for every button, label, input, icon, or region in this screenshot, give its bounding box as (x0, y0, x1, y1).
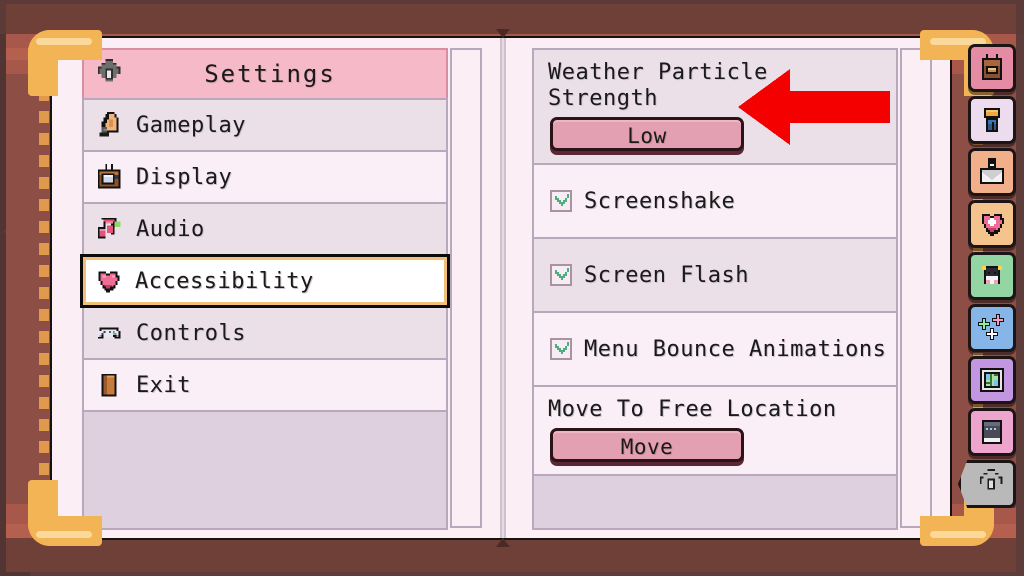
sparkle-icon (978, 314, 1004, 340)
door-icon (94, 370, 124, 400)
sidebar-item-label: Controls (136, 320, 246, 346)
settings-category-list: Settings Gameplay Display Audio Accessib… (80, 48, 450, 530)
tab-health[interactable] (968, 200, 1016, 248)
sidebar-item-controls[interactable]: Controls (82, 306, 448, 360)
gamepad-icon (94, 318, 124, 348)
television-icon (94, 162, 124, 192)
book-corner-bottom-left (28, 480, 102, 564)
page-title: Settings (204, 60, 336, 88)
sidebar-item-label: Exit (136, 372, 191, 398)
settings-panel-header: Settings (82, 48, 448, 100)
sidebar-item-accessibility[interactable]: Accessibility (80, 254, 450, 308)
options-list-empty-area (532, 474, 898, 530)
heart-icon (982, 214, 1004, 236)
backpack-icon (982, 54, 1002, 80)
option-menu-bounce-animations[interactable]: Menu Bounce Animations (532, 311, 898, 387)
book-stitching-left (39, 40, 49, 536)
tab-wardrobe[interactable] (968, 96, 1016, 144)
options-list-scrollbar[interactable] (900, 48, 932, 528)
tab-critters[interactable] (968, 252, 1016, 300)
sidebar-item-exit[interactable]: Exit (82, 358, 448, 412)
option-screen-flash[interactable]: Screen Flash (532, 237, 898, 313)
game-screen: Settings Gameplay Display Audio Accessib… (0, 0, 1024, 576)
sidebar-item-label: Audio (136, 216, 205, 242)
option-label: Screen Flash (584, 262, 749, 288)
option-label: Menu Bounce Animations (584, 336, 887, 362)
menu-tab-strip (958, 44, 1020, 508)
book-spine (500, 38, 506, 538)
tab-map[interactable] (968, 356, 1016, 404)
screenshake-checkbox[interactable] (550, 190, 572, 212)
heart-icon (93, 266, 123, 296)
tab-magic[interactable] (968, 304, 1016, 352)
map-icon (980, 368, 1004, 392)
sidebar-item-display[interactable]: Display (82, 150, 448, 204)
creature-icon (982, 266, 1002, 284)
music-note-icon (94, 214, 124, 244)
weather-particle-strength-dropdown[interactable]: Low (550, 117, 744, 151)
gear-icon (979, 469, 1003, 492)
tab-mail[interactable] (968, 148, 1016, 196)
sidebar-item-label: Display (136, 164, 233, 190)
menu-bounce-animations-checkbox[interactable] (550, 338, 572, 360)
sidebar-item-gameplay[interactable]: Gameplay (82, 98, 448, 152)
clothing-icon (984, 108, 1000, 132)
sidebar-item-label: Gameplay (136, 112, 246, 138)
horse-chess-piece-icon (94, 110, 124, 140)
tab-inventory[interactable] (968, 44, 1016, 92)
mail-icon (980, 158, 1004, 184)
tab-journal[interactable] (968, 408, 1016, 456)
book-corner-top-left (28, 12, 102, 96)
category-list-scrollbar[interactable] (450, 48, 482, 528)
option-move-to-free-location: Move To Free Location Move (532, 385, 898, 476)
move-button[interactable]: Move (550, 428, 744, 462)
sidebar-item-audio[interactable]: Audio (82, 202, 448, 256)
sidebar-item-label: Accessibility (135, 268, 314, 294)
red-arrow-annotation (738, 69, 890, 145)
option-screenshake[interactable]: Screenshake (532, 163, 898, 239)
category-list-empty-area (82, 410, 448, 530)
option-label: Move To Free Location (548, 397, 837, 422)
tab-settings[interactable] (958, 460, 1016, 508)
book-icon (982, 420, 1002, 444)
screen-flash-checkbox[interactable] (550, 264, 572, 286)
settings-category-panel: Settings Gameplay Display Audio Accessib… (80, 48, 482, 530)
option-label: Screenshake (584, 188, 736, 214)
